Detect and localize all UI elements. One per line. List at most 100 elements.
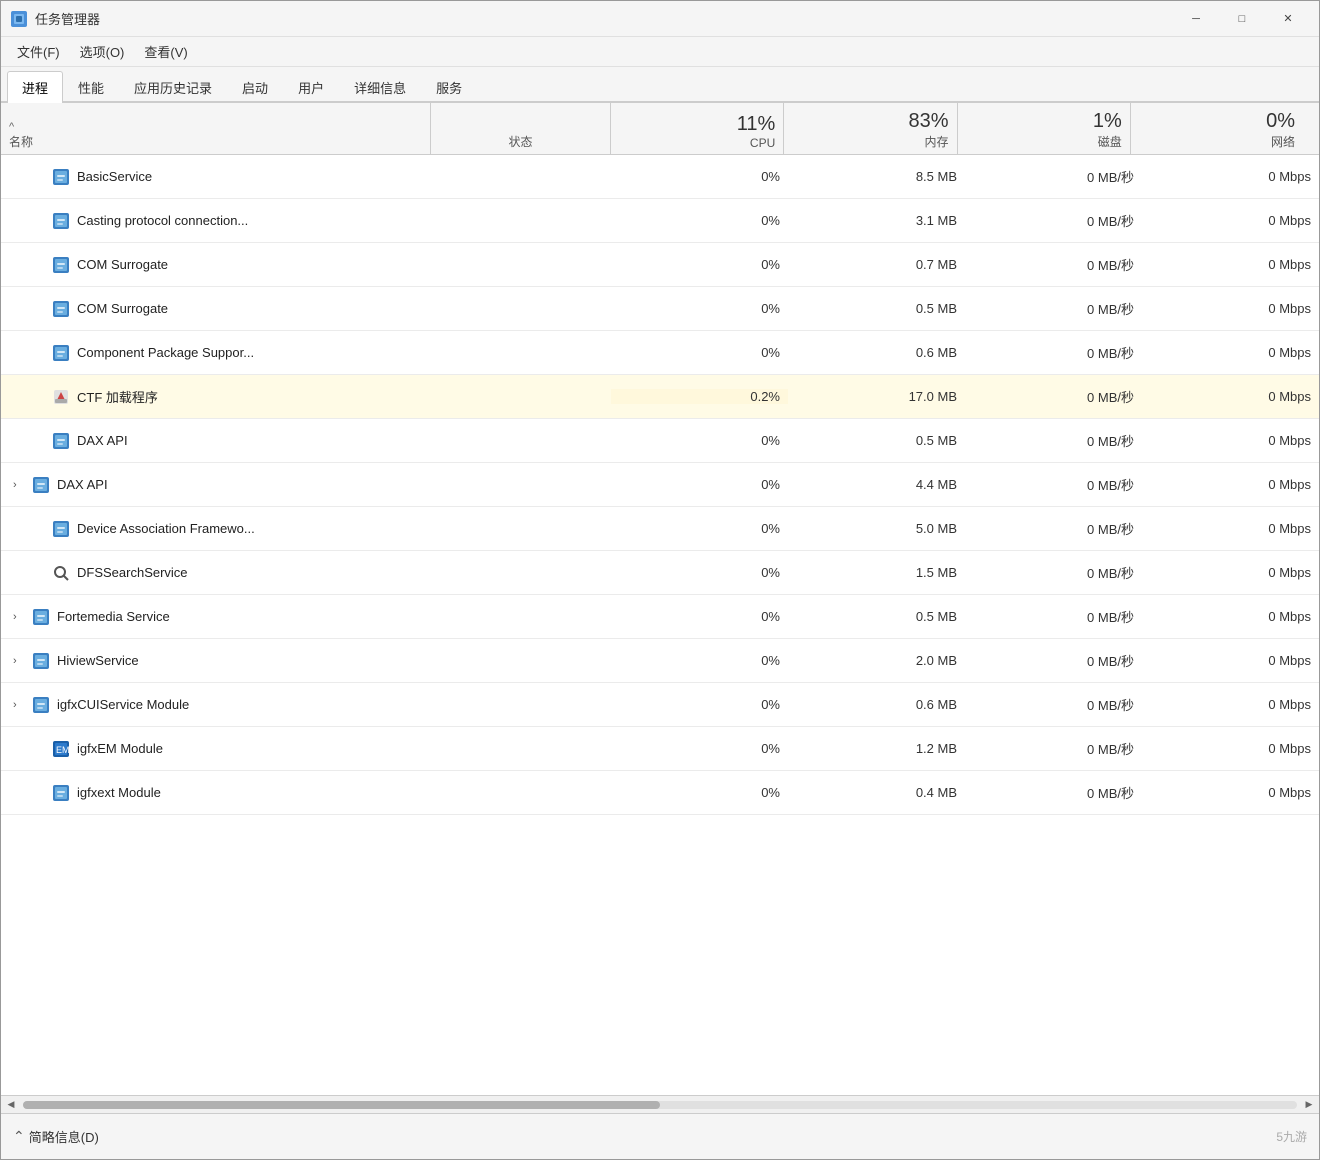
row-net-col: 0 Mbps [1142,609,1319,624]
row-disk-col: 0 MB/秒 [965,519,1142,538]
tab-users[interactable]: 用户 [283,71,339,103]
row-net-col: 0 Mbps [1142,785,1319,800]
row-cpu-col: 0% [611,697,788,712]
hscroll-track[interactable] [23,1101,1297,1109]
net-label: 网络 [1271,133,1295,150]
main-content: ^ 名称 状态 11% CPU 83% 内存 1% 磁盘 0% 网络 [1,103,1319,1113]
table-row[interactable]: DFSSearchService0%1.5 MB0 MB/秒0 Mbps [1,551,1319,595]
col-header-name[interactable]: ^ 名称 [1,103,431,154]
row-mem-col: 0.7 MB [788,257,965,272]
menu-file[interactable]: 文件(F) [7,38,70,65]
statusbar-label[interactable]: 简略信息(D) [29,1127,99,1146]
tab-startup[interactable]: 启动 [227,71,283,103]
task-manager-window: 任务管理器 ─ □ ✕ 文件(F) 选项(O) 查看(V) 进程 性能 应用历史… [0,0,1320,1160]
table-row[interactable]: ›DAX API0%4.4 MB0 MB/秒0 Mbps [1,463,1319,507]
row-name-col: igfxext Module [1,783,431,803]
row-net-col: 0 Mbps [1142,345,1319,360]
row-mem-col: 8.5 MB [788,169,965,184]
col-header-disk[interactable]: 1% 磁盘 [958,103,1131,154]
col-header-mem[interactable]: 83% 内存 [784,103,957,154]
statusbar-icon[interactable]: ⌃ [13,1128,25,1145]
table-row[interactable]: Component Package Suppor...0%0.6 MB0 MB/… [1,331,1319,375]
col-header-status[interactable]: 状态 [431,103,611,154]
row-name-col: Device Association Framewo... [1,519,431,539]
row-net-col: 0 Mbps [1142,741,1319,756]
table-row[interactable]: ›HiviewService0%2.0 MB0 MB/秒0 Mbps [1,639,1319,683]
row-name-col: ›igfxCUIService Module [1,695,431,715]
maximize-button[interactable]: □ [1219,1,1265,37]
table-row[interactable]: igfxext Module0%0.4 MB0 MB/秒0 Mbps [1,771,1319,815]
watermark: 5九游 [1276,1128,1307,1145]
row-name-col: CTF 加载程序 [1,387,431,407]
window-title: 任务管理器 [35,9,1173,28]
process-name: Casting protocol connection... [77,213,248,228]
process-name: Component Package Suppor... [77,345,254,360]
col-header-cpu[interactable]: 11% CPU [611,103,784,154]
table-row[interactable]: ›Fortemedia Service0%0.5 MB0 MB/秒0 Mbps [1,595,1319,639]
process-icon [51,783,71,803]
tab-performance[interactable]: 性能 [63,71,119,103]
table-row[interactable]: COM Surrogate0%0.5 MB0 MB/秒0 Mbps [1,287,1319,331]
cpu-pct: 11% [737,113,776,136]
row-disk-col: 0 MB/秒 [965,475,1142,494]
process-name: Device Association Framewo... [77,521,255,536]
table-row[interactable]: CTF 加载程序0.2%17.0 MB0 MB/秒0 Mbps [1,375,1319,419]
process-icon [51,299,71,319]
process-icon [31,651,51,671]
row-mem-col: 0.5 MB [788,433,965,448]
row-name-col: › DAX API [1,475,431,495]
row-cpu-col: 0.2% [611,389,788,404]
table-row[interactable]: COM Surrogate0%0.7 MB0 MB/秒0 Mbps [1,243,1319,287]
process-icon [51,211,71,231]
row-mem-col: 0.4 MB [788,785,965,800]
name-label: 名称 [9,133,422,150]
expand-arrow[interactable]: › [13,611,25,623]
row-disk-col: 0 MB/秒 [965,739,1142,758]
process-name: CTF 加载程序 [77,387,158,406]
row-net-col: 0 Mbps [1142,257,1319,272]
table-row[interactable]: DAX API0%0.5 MB0 MB/秒0 Mbps [1,419,1319,463]
tab-processes[interactable]: 进程 [7,71,63,103]
process-name: DAX API [77,433,128,448]
table-row[interactable]: EMigfxEM Module0%1.2 MB0 MB/秒0 Mbps [1,727,1319,771]
hscroll-thumb[interactable] [23,1101,660,1109]
tab-app-history[interactable]: 应用历史记录 [119,71,227,103]
row-net-col: 0 Mbps [1142,521,1319,536]
horizontal-scrollbar[interactable]: ◀ ▶ [1,1095,1319,1113]
table-header: ^ 名称 状态 11% CPU 83% 内存 1% 磁盘 0% 网络 [1,103,1319,155]
process-icon [31,475,51,495]
hscroll-right-arrow[interactable]: ▶ [1301,1097,1317,1113]
tab-details[interactable]: 详细信息 [339,71,421,103]
row-mem-col: 5.0 MB [788,521,965,536]
table-row[interactable]: ›igfxCUIService Module0%0.6 MB0 MB/秒0 Mb… [1,683,1319,727]
table-row[interactable]: BasicService0%8.5 MB0 MB/秒0 Mbps [1,155,1319,199]
menu-options[interactable]: 选项(O) [70,38,135,65]
title-bar: 任务管理器 ─ □ ✕ [1,1,1319,37]
window-controls: ─ □ ✕ [1173,1,1311,37]
process-name: COM Surrogate [77,257,168,272]
close-button[interactable]: ✕ [1265,1,1311,37]
expand-arrow[interactable]: › [13,655,25,667]
row-net-col: 0 Mbps [1142,301,1319,316]
process-name: DAX API [57,477,108,492]
minimize-button[interactable]: ─ [1173,1,1219,37]
table-row[interactable]: Device Association Framewo...0%5.0 MB0 M… [1,507,1319,551]
row-cpu-col: 0% [611,433,788,448]
col-header-net[interactable]: 0% 网络 [1131,103,1303,154]
expand-arrow[interactable]: › [13,699,25,711]
menu-bar: 文件(F) 选项(O) 查看(V) [1,37,1319,67]
row-disk-col: 0 MB/秒 [965,387,1142,406]
row-mem-col: 3.1 MB [788,213,965,228]
process-icon [31,607,51,627]
process-icon [31,695,51,715]
process-name: BasicService [77,169,152,184]
row-mem-col: 0.6 MB [788,697,965,712]
hscroll-left-arrow[interactable]: ◀ [3,1097,19,1113]
process-icon [51,519,71,539]
tab-services[interactable]: 服务 [421,71,477,103]
row-disk-col: 0 MB/秒 [965,695,1142,714]
menu-view[interactable]: 查看(V) [134,38,197,65]
table-row[interactable]: Casting protocol connection...0%3.1 MB0 … [1,199,1319,243]
process-table-body[interactable]: BasicService0%8.5 MB0 MB/秒0 MbpsCasting … [1,155,1319,1095]
expand-arrow[interactable]: › [13,479,25,491]
